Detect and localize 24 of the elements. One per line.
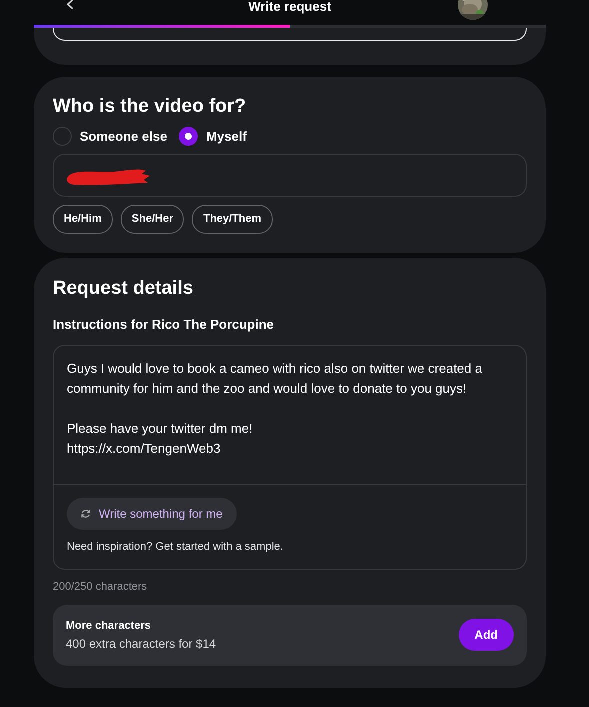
upsell-subtitle: 400 extra characters for $14: [66, 636, 216, 653]
pronoun-chip[interactable]: They/Them: [192, 205, 273, 234]
radio-label: Myself: [206, 128, 247, 146]
add-button[interactable]: Add: [458, 619, 514, 652]
write-for-me-button[interactable]: Write something for me: [67, 498, 237, 530]
page-title: Write request: [248, 0, 332, 13]
text-area[interactable]: [53, 345, 527, 570]
hint-text: Need inspiration? Get started with a sample.: [67, 540, 284, 556]
radio-button[interactable]: [179, 127, 198, 146]
pronoun-chip[interactable]: She/Her: [120, 205, 184, 234]
section-heading: Who is the video for?: [53, 96, 248, 119]
pronoun-chip[interactable]: He/Him: [53, 205, 113, 234]
name-field[interactable]: [53, 154, 527, 198]
input-field[interactable]: [53, 28, 527, 41]
section-heading: Request details: [53, 278, 194, 301]
refresh-icon: [81, 509, 91, 520]
radio-button[interactable]: [53, 127, 72, 146]
character-counter: 200/250 characters: [53, 580, 148, 595]
upsell-title: More characters: [66, 619, 152, 634]
message-text: Guys I would love to book a cameo with rico also on twitter we created a community for him and the zoo and would love to donate to you guys!: [67, 360, 484, 398]
radio-label: Someone else: [80, 128, 168, 146]
back-icon[interactable]: [66, 0, 74, 9]
message-text: Please have your twitter dm me! https://x.com/TengenWeb3: [67, 420, 254, 458]
field-label: Instructions for Rico The Porcupine: [53, 316, 276, 334]
